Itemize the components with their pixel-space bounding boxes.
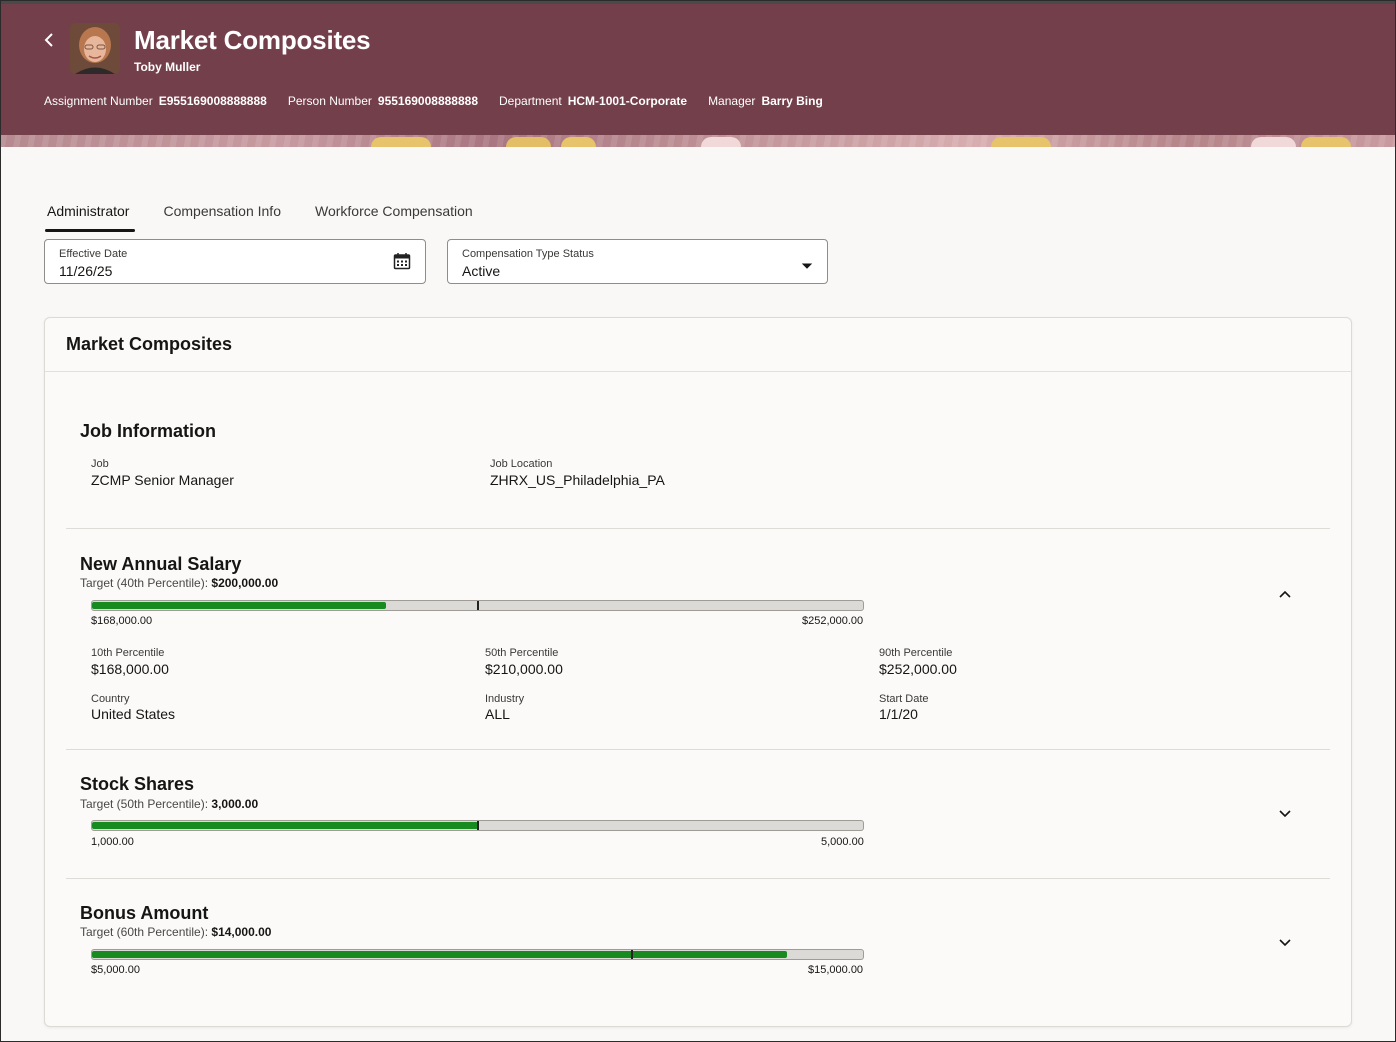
person-name: Toby Muller bbox=[134, 60, 201, 74]
stock-min-label: 1,000.00 bbox=[91, 836, 134, 848]
market-composites-card: Market Composites Job Information Job ZC… bbox=[44, 317, 1352, 1027]
caret-down-icon[interactable] bbox=[801, 257, 813, 275]
stock-target: Target (50th Percentile): 3,000.00 bbox=[80, 797, 259, 811]
percentile-90-label: 90th Percentile bbox=[879, 647, 953, 659]
card-title: Market Composites bbox=[66, 334, 233, 354]
compensation-status-value: Active bbox=[462, 263, 501, 279]
section-divider bbox=[66, 528, 1330, 529]
tab-compensation-info[interactable]: Compensation Info bbox=[160, 197, 284, 232]
salary-min-label: $168,000.00 bbox=[91, 615, 153, 627]
salary-collapse-button[interactable] bbox=[1275, 584, 1295, 604]
industry-value: ALL bbox=[485, 706, 510, 722]
card-divider bbox=[45, 371, 1351, 372]
salary-target: Target (40th Percentile): $200,000.00 bbox=[80, 576, 279, 590]
bonus-target: Target (60th Percentile): $14,000.00 bbox=[80, 925, 272, 939]
percentile-50-value: $210,000.00 bbox=[485, 661, 563, 677]
percentile-90-value: $252,000.00 bbox=[879, 661, 957, 677]
compensation-status-label: Compensation Type Status bbox=[462, 248, 594, 260]
bonus-title: Bonus Amount bbox=[80, 903, 209, 923]
stock-max-label: 5,000.00 bbox=[821, 836, 864, 848]
chevron-down-icon bbox=[1279, 809, 1291, 817]
calendar-icon[interactable] bbox=[393, 252, 411, 275]
person-number: Person Number 955169008888888 bbox=[287, 94, 478, 108]
salary-range-bar bbox=[91, 600, 864, 611]
country-label: Country bbox=[91, 693, 130, 705]
bonus-expand-button[interactable] bbox=[1275, 932, 1295, 952]
bonus-max-label: $15,000.00 bbox=[808, 964, 864, 976]
page-title: Market Composites bbox=[134, 25, 371, 55]
section-divider bbox=[66, 878, 1330, 879]
percentile-50-label: 50th Percentile bbox=[485, 647, 559, 659]
salary-max-label: $252,000.00 bbox=[802, 615, 864, 627]
avatar bbox=[70, 23, 120, 74]
page-header: Market Composites Toby Muller Assignment… bbox=[1, 1, 1395, 147]
chevron-up-icon bbox=[1279, 590, 1291, 598]
stock-range-bar bbox=[91, 820, 864, 831]
salary-bar-marker bbox=[476, 601, 479, 610]
effective-date-value: 11/26/25 bbox=[59, 263, 113, 279]
back-button[interactable] bbox=[39, 28, 59, 52]
effective-date-label: Effective Date bbox=[59, 248, 128, 260]
effective-date-field[interactable]: Effective Date 11/26/25 bbox=[44, 239, 426, 284]
department: Department HCM-1001-Corporate bbox=[499, 94, 688, 108]
job-value: ZCMP Senior Manager bbox=[91, 472, 234, 488]
job-information-title: Job Information bbox=[80, 421, 216, 441]
job-location-value: ZHRX_US_Philadelphia_PA bbox=[490, 472, 665, 488]
tab-workforce-compensation[interactable]: Workforce Compensation bbox=[312, 197, 476, 232]
stock-title: Stock Shares bbox=[80, 774, 195, 794]
industry-label: Industry bbox=[485, 693, 525, 705]
tab-administrator[interactable]: Administrator bbox=[44, 197, 136, 232]
stock-bar-marker bbox=[476, 821, 479, 830]
bonus-bar-fill bbox=[92, 951, 788, 958]
chevron-left-icon bbox=[44, 33, 53, 47]
salary-title: New Annual Salary bbox=[80, 554, 242, 574]
job-location-label: Job Location bbox=[490, 458, 553, 470]
chevron-down-icon bbox=[1279, 938, 1291, 946]
country-value: United States bbox=[91, 706, 176, 722]
header-decoration bbox=[1, 135, 1395, 147]
start-date-label: Start Date bbox=[879, 693, 929, 705]
bonus-range-bar bbox=[91, 949, 864, 960]
manager: Manager Barry Bing bbox=[708, 94, 823, 108]
bonus-min-label: $5,000.00 bbox=[91, 964, 140, 976]
percentile-10-label: 10th Percentile bbox=[91, 647, 165, 659]
salary-bar-fill bbox=[92, 602, 386, 609]
bonus-bar-marker bbox=[630, 950, 633, 959]
stock-bar-fill bbox=[92, 822, 478, 829]
start-date-value: 1/1/20 bbox=[879, 706, 918, 722]
assignment-number: Assignment Number E955169008888888 bbox=[44, 94, 267, 108]
percentile-10-value: $168,000.00 bbox=[91, 661, 169, 677]
person-meta: Assignment Number E955169008888888 Person… bbox=[44, 94, 844, 108]
tab-bar: Administrator Compensation Info Workforc… bbox=[44, 197, 504, 232]
section-divider bbox=[66, 749, 1330, 750]
job-label: Job bbox=[91, 458, 109, 470]
stock-expand-button[interactable] bbox=[1275, 803, 1295, 823]
compensation-status-select[interactable]: Compensation Type Status Active bbox=[447, 239, 828, 284]
